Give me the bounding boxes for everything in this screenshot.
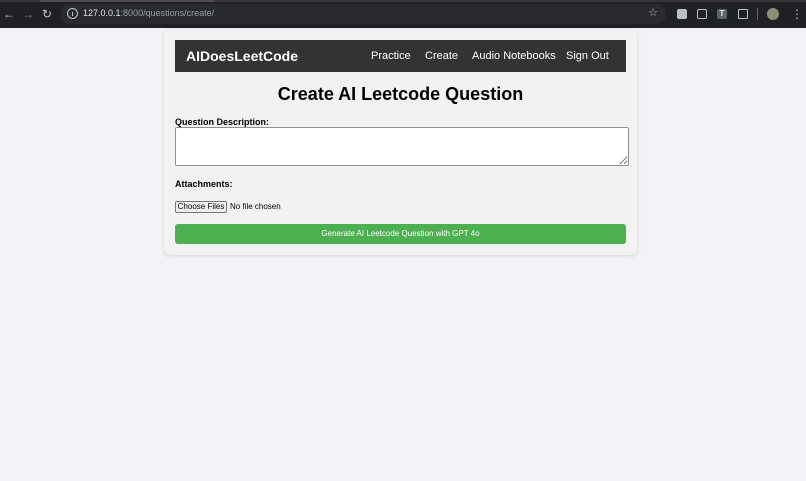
forward-arrow-icon[interactable]: → xyxy=(21,7,35,21)
back-arrow-icon[interactable]: ← xyxy=(2,7,16,21)
extension-icon[interactable]: T xyxy=(717,9,727,19)
create-question-card: AIDoesLeetCode Practice Create Audio Not… xyxy=(164,29,637,255)
bookmark-star-icon[interactable]: ☆ xyxy=(648,6,658,19)
nav-link-practice[interactable]: Practice xyxy=(371,50,411,62)
question-description-input[interactable] xyxy=(175,127,629,166)
menu-kebab-icon[interactable]: ⋮ xyxy=(791,7,803,21)
url-path: :8000/questions/create/ xyxy=(120,8,215,18)
browser-toolbar: ← → ↻ 127.0.0.1:8000/questions/create/ ☆… xyxy=(0,0,806,28)
site-navbar: AIDoesLeetCode Practice Create Audio Not… xyxy=(175,40,626,72)
nav-link-sign-out[interactable]: Sign Out xyxy=(566,50,609,62)
url-text[interactable]: 127.0.0.1:8000/questions/create/ xyxy=(83,8,214,18)
generate-question-button[interactable]: Generate AI Leetcode Question with GPT 4… xyxy=(175,224,626,244)
extension-icon[interactable] xyxy=(697,9,707,19)
site-info-icon[interactable] xyxy=(67,8,78,19)
toolbar-divider xyxy=(757,8,758,20)
question-description-label: Question Description: xyxy=(175,117,270,127)
active-tab-edge[interactable] xyxy=(40,0,215,2)
choose-files-button[interactable]: Choose Files xyxy=(175,201,227,213)
attachments-label: Attachments: xyxy=(175,179,233,189)
url-host: 127.0.0.1 xyxy=(83,8,121,18)
extension-icon[interactable] xyxy=(677,9,687,19)
tab-strip xyxy=(0,0,806,2)
puzzle-extensions-icon[interactable] xyxy=(738,9,748,19)
file-status-text: No file chosen xyxy=(230,202,281,211)
nav-link-create[interactable]: Create xyxy=(425,50,458,62)
profile-avatar-icon[interactable] xyxy=(767,8,779,20)
nav-link-audio-notebooks[interactable]: Audio Notebooks xyxy=(472,50,556,62)
page-title: Create AI Leetcode Question xyxy=(277,84,524,104)
address-bar[interactable]: 127.0.0.1:8000/questions/create/ ☆ xyxy=(60,4,666,24)
reload-icon[interactable]: ↻ xyxy=(40,7,54,21)
site-brand[interactable]: AIDoesLeetCode xyxy=(186,48,298,64)
